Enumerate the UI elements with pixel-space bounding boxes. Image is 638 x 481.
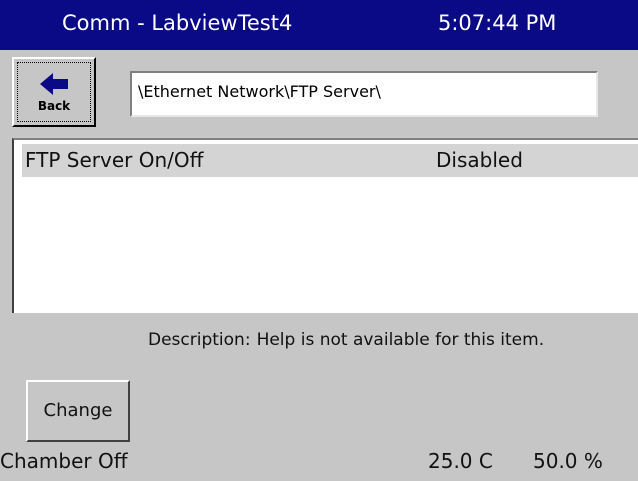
humidity-readout: 50.0 % (533, 449, 603, 473)
back-button-label: Back (37, 99, 71, 113)
settings-list[interactable]: FTP Server On/Off Disabled (12, 138, 638, 313)
left-arrow-icon (40, 73, 68, 95)
list-item-value: Disabled (436, 148, 523, 172)
list-item-ftp-server[interactable]: FTP Server On/Off Disabled (22, 144, 638, 177)
path-field: \Ethernet Network\FTP Server\ (130, 71, 598, 117)
list-item-label: FTP Server On/Off (25, 148, 204, 172)
description-text: Help is not available for this item. (256, 330, 545, 350)
temperature-readout: 25.0 C (428, 449, 493, 473)
window-title: Comm - LabviewTest4 (62, 11, 293, 35)
description-line: Description: Help is not available for th… (148, 330, 544, 350)
title-bar: Comm - LabviewTest4 5:07:44 PM (0, 0, 638, 50)
chamber-status: Chamber Off (0, 449, 128, 473)
back-button[interactable]: Back (12, 57, 96, 127)
description-label: Description: (148, 330, 251, 350)
clock: 5:07:44 PM (438, 11, 557, 35)
change-button[interactable]: Change (26, 380, 130, 442)
